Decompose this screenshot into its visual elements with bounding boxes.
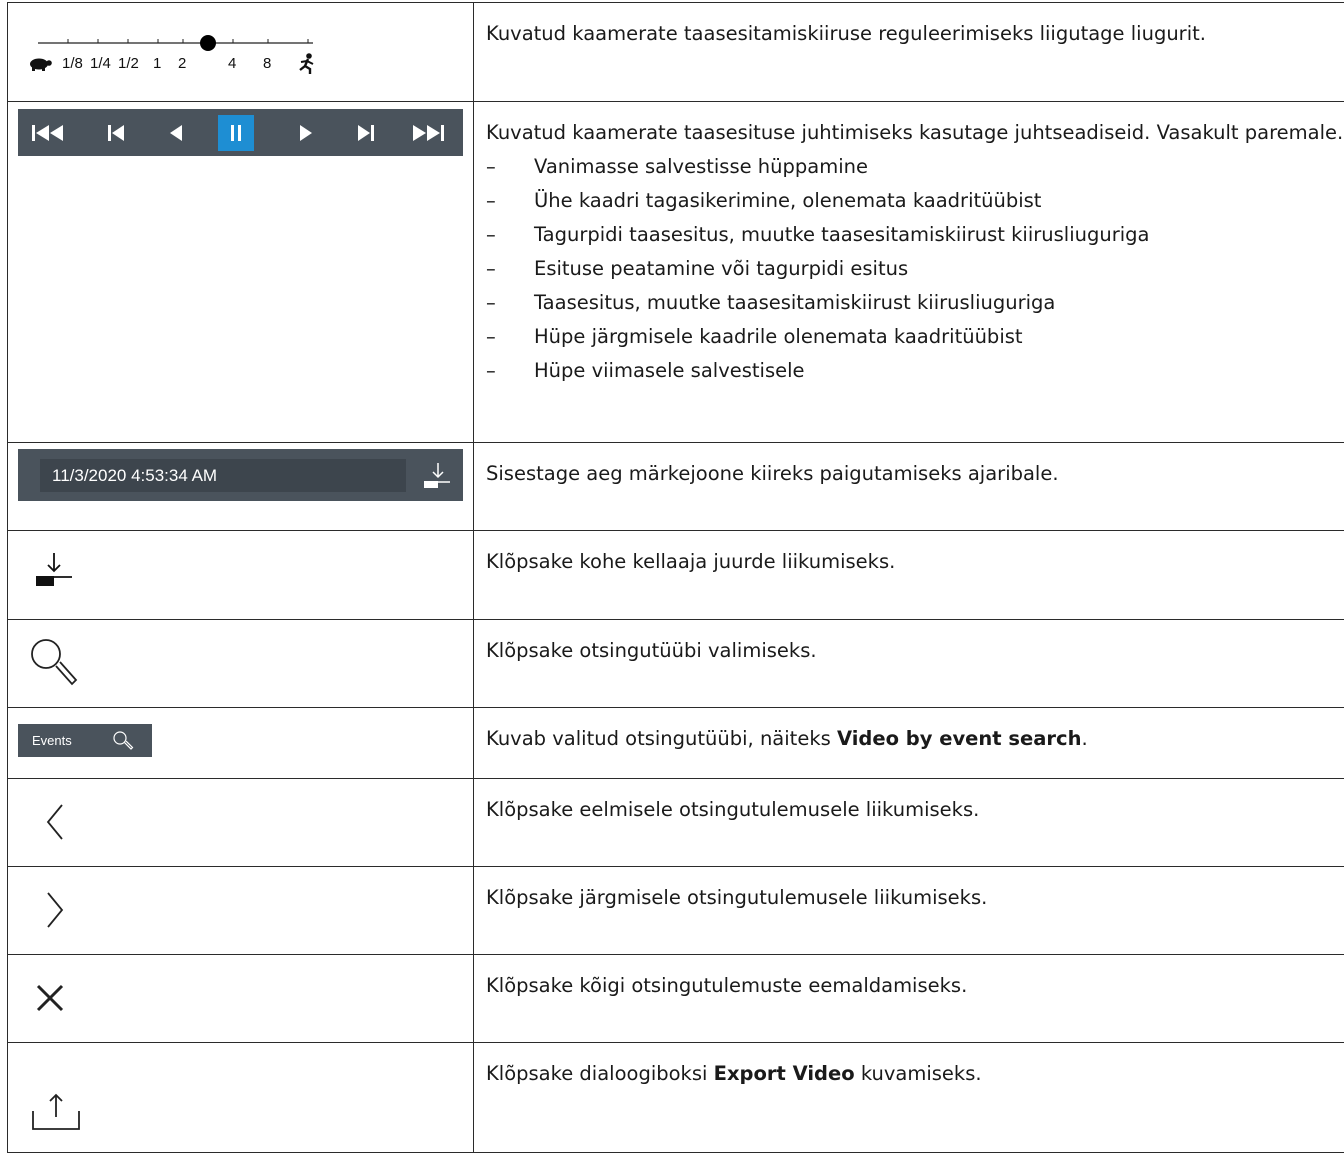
list-dash: – <box>486 354 534 388</box>
speed-label: 1/2 <box>118 55 139 72</box>
speed-label: 4 <box>228 55 236 72</box>
description-cell: Kuvatud kaamerate taasesituse juhtimisek… <box>474 102 1344 443</box>
list-dash: – <box>486 218 534 252</box>
description-cell: Klõpsake eelmisele otsingutulemusele lii… <box>474 779 1344 867</box>
speed-label: 1/4 <box>90 55 111 72</box>
list-dash: – <box>486 320 534 354</box>
playback-speed-slider[interactable]: 1/8 1/4 1/2 1 2 4 8 <box>28 23 338 83</box>
icon-cell <box>8 867 474 955</box>
list-item-text: Ühe kaadri tagasikerimine, olenemata kaa… <box>534 184 1041 218</box>
table-row: Klõpsake järgmisele otsingutulemusele li… <box>8 867 1344 955</box>
list-item-text: Hüpe viimasele salvestisele <box>534 354 805 388</box>
play-reverse-icon[interactable] <box>158 115 194 151</box>
description-cell: Klõpsake järgmisele otsingutulemusele li… <box>474 867 1344 955</box>
search-type-button[interactable]: Events <box>18 724 152 757</box>
description-cell: Klõpsake otsingutüübi valimiseks. <box>474 620 1344 708</box>
list-item-text: Hüpe järgmisele kaadrile olenemata kaadr… <box>534 320 1023 354</box>
table-row: 1/8 1/4 1/2 1 2 4 8 Kuvatud kaamerate ta… <box>8 3 1344 102</box>
chevron-left-icon <box>44 803 68 843</box>
description-text: Klõpsake järgmisele otsingutulemusele li… <box>486 881 1344 915</box>
close-icon <box>35 983 65 1013</box>
search-icon <box>111 729 135 753</box>
table-row: Klõpsake kohe kellaaja juurde liikumisek… <box>8 531 1344 620</box>
export-icon <box>30 1091 82 1135</box>
list-dash: – <box>486 286 534 320</box>
description-text: Klõpsake kõigi otsingutulemuste eemaldam… <box>486 969 1344 1003</box>
table-row: Klõpsake eelmisele otsingutulemusele lii… <box>8 779 1344 867</box>
description-cell: Sisestage aeg märkejoone kiireks paiguta… <box>474 443 1344 531</box>
table-row: Kuvatud kaamerate taasesituse juhtimisek… <box>8 102 1344 443</box>
description-text: Kuvab valitud otsingutüübi, näiteks Vide… <box>486 722 1344 756</box>
description-cell: Klõpsake kohe kellaaja juurde liikumisek… <box>474 531 1344 620</box>
chevron-right-icon <box>44 891 68 931</box>
text-run: Kuvab valitud otsingutüübi, näiteks <box>486 727 837 750</box>
speed-label: 1 <box>153 55 161 72</box>
table-row: Klõpsake dialoogiboksi Export Video kuva… <box>8 1043 1344 1153</box>
description-cell: Kuvatud kaamerate taasesitamiskiiruse re… <box>474 3 1344 102</box>
icon-cell <box>8 1043 474 1153</box>
list-item-text: Vanimasse salvestisse hüppamine <box>534 150 868 184</box>
description-cell: Klõpsake kõigi otsingutulemuste eemaldam… <box>474 955 1344 1043</box>
description-text: Klõpsake dialoogiboksi Export Video kuva… <box>486 1057 1344 1091</box>
list-item: –Hüpe viimasele salvestisele <box>486 354 1344 388</box>
list-item-text: Tagurpidi taasesitus, muutke taasesitami… <box>534 218 1149 252</box>
description-text: Klõpsake otsingutüübi valimiseks. <box>486 634 1344 668</box>
skip-to-end-icon[interactable] <box>410 115 446 151</box>
text-run: kuvamiseks. <box>855 1062 982 1085</box>
go-to-time-icon[interactable] <box>416 457 456 495</box>
go-to-time-icon <box>28 549 88 599</box>
description-intro: Kuvatud kaamerate taasesituse juhtimisek… <box>486 116 1344 150</box>
table-row: 11/3/2020 4:53:34 AM Sisestage aeg märke… <box>8 443 1344 531</box>
list-item: –Ühe kaadri tagasikerimine, olenemata ka… <box>486 184 1344 218</box>
list-item: –Taasesitus, muutke taasesitamiskiirust … <box>486 286 1344 320</box>
description-text: Klõpsake eelmisele otsingutulemusele lii… <box>486 793 1344 827</box>
icon-cell: 11/3/2020 4:53:34 AM <box>8 443 474 531</box>
playback-toolbar <box>18 109 463 156</box>
icon-cell <box>8 620 474 708</box>
table-row: Events Kuvab valitud otsingutüübi, näite… <box>8 708 1344 779</box>
list-item-text: Esituse peatamine või tagurpidi esitus <box>534 252 908 286</box>
icon-cell: 1/8 1/4 1/2 1 2 4 8 <box>8 3 474 102</box>
pause-icon[interactable] <box>218 115 254 151</box>
search-type-label: Events <box>32 733 72 748</box>
step-forward-icon[interactable] <box>348 115 384 151</box>
play-icon[interactable] <box>288 115 324 151</box>
table-row: Klõpsake otsingutüübi valimiseks. <box>8 620 1344 708</box>
text-run: . <box>1081 727 1087 750</box>
step-back-icon[interactable] <box>98 115 134 151</box>
icon-cell <box>8 102 474 443</box>
speed-label: 2 <box>178 55 186 72</box>
icon-cell <box>8 779 474 867</box>
list-item-text: Taasesitus, muutke taasesitamiskiirust k… <box>534 286 1055 320</box>
description-text: Sisestage aeg märkejoone kiireks paiguta… <box>486 457 1344 491</box>
list-dash: – <box>486 150 534 184</box>
time-entry-bar: 11/3/2020 4:53:34 AM <box>18 449 463 501</box>
description-text: Klõpsake kohe kellaaja juurde liikumisek… <box>486 545 1344 579</box>
running-person-icon <box>300 53 313 74</box>
icon-cell <box>8 531 474 620</box>
time-input[interactable]: 11/3/2020 4:53:34 AM <box>40 459 406 492</box>
search-icon <box>26 634 86 694</box>
text-run: Klõpsake dialoogiboksi <box>486 1062 714 1085</box>
list-dash: – <box>486 184 534 218</box>
turtle-icon <box>30 59 52 72</box>
speed-label: 1/8 <box>62 55 83 72</box>
list-item: –Vanimasse salvestisse hüppamine <box>486 150 1344 184</box>
icon-cell <box>8 955 474 1043</box>
table-row: Klõpsake kõigi otsingutulemuste eemaldam… <box>8 955 1344 1043</box>
description-cell: Klõpsake dialoogiboksi Export Video kuva… <box>474 1043 1344 1153</box>
description-cell: Kuvab valitud otsingutüübi, näiteks Vide… <box>474 708 1344 779</box>
list-dash: – <box>486 252 534 286</box>
skip-to-start-icon[interactable] <box>30 115 66 151</box>
list-item: –Tagurpidi taasesitus, muutke taasesitam… <box>486 218 1344 252</box>
list-item: –Esituse peatamine või tagurpidi esitus <box>486 252 1344 286</box>
speed-label: 8 <box>263 55 271 72</box>
list-item: –Hüpe järgmisele kaadrile olenemata kaad… <box>486 320 1344 354</box>
dialog-name: Export Video <box>714 1062 855 1085</box>
icon-description-table: 1/8 1/4 1/2 1 2 4 8 Kuvatud kaamerate ta… <box>7 2 1344 1153</box>
slider-handle <box>200 35 216 51</box>
icon-cell: Events <box>8 708 474 779</box>
description-text: Kuvatud kaamerate taasesitamiskiiruse re… <box>486 17 1344 51</box>
search-type-name: Video by event search <box>837 727 1081 750</box>
